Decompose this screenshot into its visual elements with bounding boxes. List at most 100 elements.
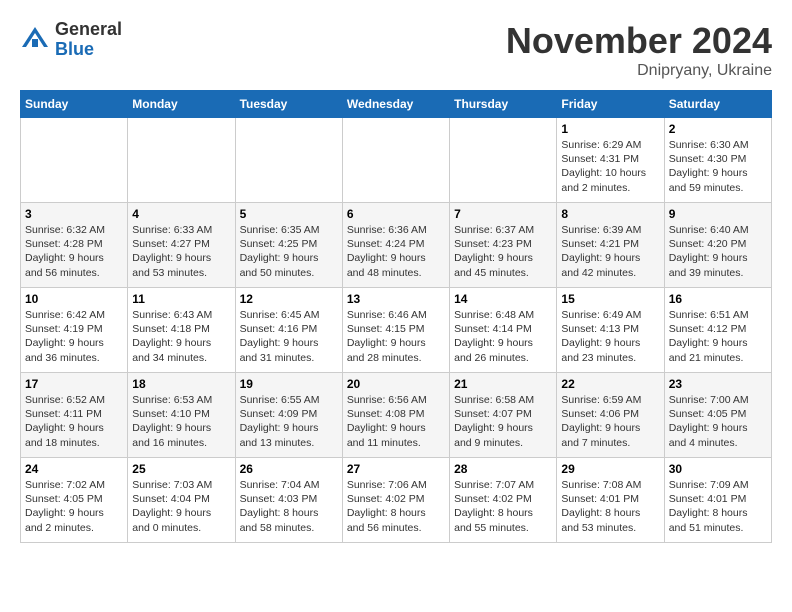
logo-general-text: General	[55, 20, 122, 40]
day-info: Sunrise: 6:46 AM Sunset: 4:15 PM Dayligh…	[347, 308, 445, 365]
day-info: Sunrise: 6:36 AM Sunset: 4:24 PM Dayligh…	[347, 223, 445, 280]
day-info: Sunrise: 6:45 AM Sunset: 4:16 PM Dayligh…	[240, 308, 338, 365]
day-number: 20	[347, 377, 445, 391]
day-info: Sunrise: 6:55 AM Sunset: 4:09 PM Dayligh…	[240, 393, 338, 450]
day-info: Sunrise: 6:52 AM Sunset: 4:11 PM Dayligh…	[25, 393, 123, 450]
day-number: 8	[561, 207, 659, 221]
day-info: Sunrise: 7:03 AM Sunset: 4:04 PM Dayligh…	[132, 478, 230, 535]
day-info: Sunrise: 6:53 AM Sunset: 4:10 PM Dayligh…	[132, 393, 230, 450]
day-number: 12	[240, 292, 338, 306]
calendar-cell: 8 Sunrise: 6:39 AM Sunset: 4:21 PM Daylig…	[557, 203, 664, 288]
calendar-cell: 20Sunrise: 6:56 AM Sunset: 4:08 PM Dayli…	[342, 373, 449, 458]
location: Dnipryany, Ukraine	[506, 62, 772, 80]
day-number: 13	[347, 292, 445, 306]
day-info: Sunrise: 6:51 AM Sunset: 4:12 PM Dayligh…	[669, 308, 767, 365]
calendar-cell	[128, 118, 235, 203]
day-info: Sunrise: 6:59 AM Sunset: 4:06 PM Dayligh…	[561, 393, 659, 450]
day-number: 29	[561, 462, 659, 476]
calendar-cell	[342, 118, 449, 203]
day-info: Sunrise: 7:04 AM Sunset: 4:03 PM Dayligh…	[240, 478, 338, 535]
day-number: 14	[454, 292, 552, 306]
day-info: Sunrise: 7:06 AM Sunset: 4:02 PM Dayligh…	[347, 478, 445, 535]
calendar-cell: 27 Sunrise: 7:06 AM Sunset: 4:02 PM Dayli…	[342, 458, 449, 543]
day-number: 19	[240, 377, 338, 391]
day-number: 26	[240, 462, 338, 476]
day-number: 5	[240, 207, 338, 221]
day-info: Sunrise: 7:07 AM Sunset: 4:02 PM Dayligh…	[454, 478, 552, 535]
day-info: Sunrise: 6:43 AM Sunset: 4:18 PM Dayligh…	[132, 308, 230, 365]
day-number: 23	[669, 377, 767, 391]
calendar-week-row: 10 Sunrise: 6:42 AM Sunset: 4:19 PM Dayli…	[21, 288, 772, 373]
calendar-cell: 11 Sunrise: 6:43 AM Sunset: 4:18 PM Dayli…	[128, 288, 235, 373]
weekday-header: Saturday	[664, 91, 771, 118]
day-info: Sunrise: 6:35 AM Sunset: 4:25 PM Dayligh…	[240, 223, 338, 280]
weekday-header-row: SundayMondayTuesdayWednesdayThursdayFrid…	[21, 91, 772, 118]
calendar-cell: 19 Sunrise: 6:55 AM Sunset: 4:09 PM Dayli…	[235, 373, 342, 458]
day-number: 11	[132, 292, 230, 306]
day-number: 1	[561, 122, 659, 136]
calendar-cell: 18 Sunrise: 6:53 AM Sunset: 4:10 PM Dayli…	[128, 373, 235, 458]
calendar-cell: 15Sunrise: 6:49 AM Sunset: 4:13 PM Dayli…	[557, 288, 664, 373]
month-title: November 2024	[506, 20, 772, 62]
calendar-cell: 17Sunrise: 6:52 AM Sunset: 4:11 PM Dayli…	[21, 373, 128, 458]
calendar-cell: 10 Sunrise: 6:42 AM Sunset: 4:19 PM Dayli…	[21, 288, 128, 373]
logo-text: General Blue	[55, 20, 122, 60]
day-info: Sunrise: 7:08 AM Sunset: 4:01 PM Dayligh…	[561, 478, 659, 535]
logo-blue-text: Blue	[55, 40, 122, 60]
weekday-header: Tuesday	[235, 91, 342, 118]
day-info: Sunrise: 6:37 AM Sunset: 4:23 PM Dayligh…	[454, 223, 552, 280]
calendar-cell: 2Sunrise: 6:30 AM Sunset: 4:30 PM Daylig…	[664, 118, 771, 203]
day-info: Sunrise: 6:32 AM Sunset: 4:28 PM Dayligh…	[25, 223, 123, 280]
calendar: SundayMondayTuesdayWednesdayThursdayFrid…	[20, 90, 772, 543]
weekday-header: Friday	[557, 91, 664, 118]
day-info: Sunrise: 7:09 AM Sunset: 4:01 PM Dayligh…	[669, 478, 767, 535]
calendar-cell: 1 Sunrise: 6:29 AM Sunset: 4:31 PM Daylig…	[557, 118, 664, 203]
day-info: Sunrise: 6:48 AM Sunset: 4:14 PM Dayligh…	[454, 308, 552, 365]
day-number: 27	[347, 462, 445, 476]
day-number: 18	[132, 377, 230, 391]
day-number: 30	[669, 462, 767, 476]
calendar-week-row: 3 Sunrise: 6:32 AM Sunset: 4:28 PM Daylig…	[21, 203, 772, 288]
calendar-cell: 4 Sunrise: 6:33 AM Sunset: 4:27 PM Daylig…	[128, 203, 235, 288]
day-info: Sunrise: 6:58 AM Sunset: 4:07 PM Dayligh…	[454, 393, 552, 450]
day-number: 22	[561, 377, 659, 391]
day-number: 16	[669, 292, 767, 306]
calendar-week-row: 1 Sunrise: 6:29 AM Sunset: 4:31 PM Daylig…	[21, 118, 772, 203]
day-number: 4	[132, 207, 230, 221]
day-number: 25	[132, 462, 230, 476]
calendar-cell: 14 Sunrise: 6:48 AM Sunset: 4:14 PM Dayli…	[450, 288, 557, 373]
calendar-cell: 29 Sunrise: 7:08 AM Sunset: 4:01 PM Dayli…	[557, 458, 664, 543]
day-info: Sunrise: 6:42 AM Sunset: 4:19 PM Dayligh…	[25, 308, 123, 365]
day-number: 21	[454, 377, 552, 391]
day-number: 10	[25, 292, 123, 306]
day-number: 6	[347, 207, 445, 221]
calendar-cell: 22 Sunrise: 6:59 AM Sunset: 4:06 PM Dayli…	[557, 373, 664, 458]
calendar-week-row: 17Sunrise: 6:52 AM Sunset: 4:11 PM Dayli…	[21, 373, 772, 458]
calendar-cell: 9Sunrise: 6:40 AM Sunset: 4:20 PM Daylig…	[664, 203, 771, 288]
title-area: November 2024 Dnipryany, Ukraine	[506, 20, 772, 80]
calendar-cell	[450, 118, 557, 203]
weekday-header: Monday	[128, 91, 235, 118]
logo-icon	[20, 25, 50, 55]
calendar-cell: 5 Sunrise: 6:35 AM Sunset: 4:25 PM Daylig…	[235, 203, 342, 288]
day-number: 2	[669, 122, 767, 136]
calendar-cell: 26 Sunrise: 7:04 AM Sunset: 4:03 PM Dayli…	[235, 458, 342, 543]
calendar-cell: 3 Sunrise: 6:32 AM Sunset: 4:28 PM Daylig…	[21, 203, 128, 288]
calendar-cell: 13 Sunrise: 6:46 AM Sunset: 4:15 PM Dayli…	[342, 288, 449, 373]
calendar-cell: 12 Sunrise: 6:45 AM Sunset: 4:16 PM Dayli…	[235, 288, 342, 373]
calendar-cell: 30 Sunrise: 7:09 AM Sunset: 4:01 PM Dayli…	[664, 458, 771, 543]
day-number: 9	[669, 207, 767, 221]
calendar-cell: 21 Sunrise: 6:58 AM Sunset: 4:07 PM Dayli…	[450, 373, 557, 458]
calendar-cell: 7 Sunrise: 6:37 AM Sunset: 4:23 PM Daylig…	[450, 203, 557, 288]
day-number: 7	[454, 207, 552, 221]
day-number: 3	[25, 207, 123, 221]
weekday-header: Sunday	[21, 91, 128, 118]
calendar-cell: 25 Sunrise: 7:03 AM Sunset: 4:04 PM Dayli…	[128, 458, 235, 543]
day-info: Sunrise: 6:39 AM Sunset: 4:21 PM Dayligh…	[561, 223, 659, 280]
calendar-cell: 24Sunrise: 7:02 AM Sunset: 4:05 PM Dayli…	[21, 458, 128, 543]
weekday-header: Thursday	[450, 91, 557, 118]
day-info: Sunrise: 6:29 AM Sunset: 4:31 PM Dayligh…	[561, 138, 659, 195]
calendar-cell: 16 Sunrise: 6:51 AM Sunset: 4:12 PM Dayli…	[664, 288, 771, 373]
day-info: Sunrise: 6:33 AM Sunset: 4:27 PM Dayligh…	[132, 223, 230, 280]
day-info: Sunrise: 6:49 AM Sunset: 4:13 PM Dayligh…	[561, 308, 659, 365]
